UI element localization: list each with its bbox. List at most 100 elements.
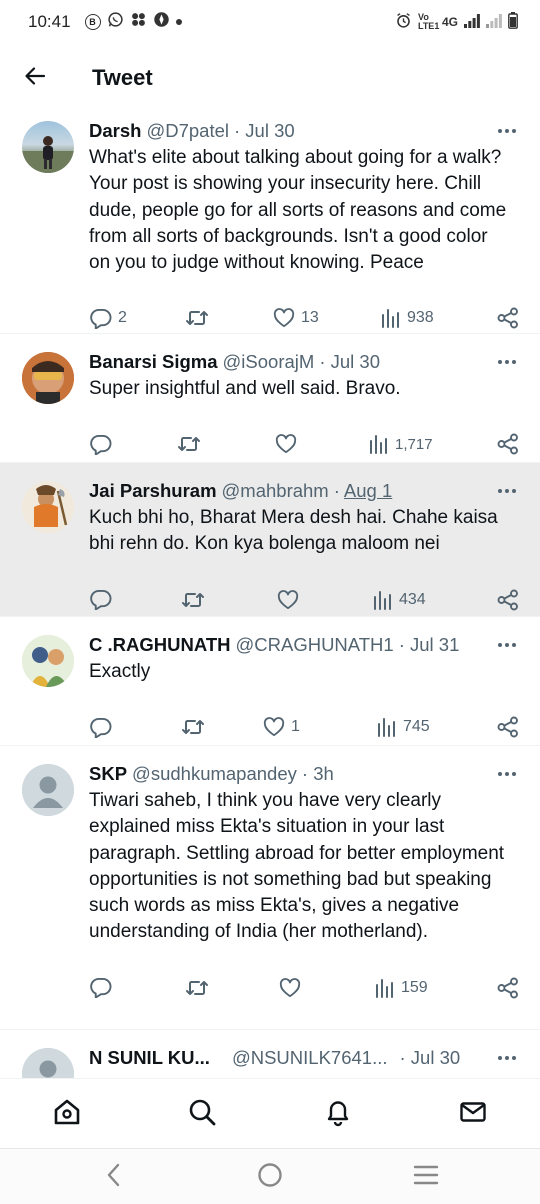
replies-feed[interactable]: Darsh @D7patel · Jul 30 What's elite abo… xyxy=(0,112,540,1078)
author-handle[interactable]: @D7patel xyxy=(146,120,229,142)
retweet-button[interactable] xyxy=(181,717,211,737)
top-app-bar: Tweet xyxy=(0,44,540,112)
tweet-item[interactable]: Banarsi Sigma @iSoorajM · Jul 30 Super i… xyxy=(0,334,540,463)
like-button[interactable] xyxy=(277,589,305,610)
nav-messages[interactable] xyxy=(443,1079,503,1149)
tweet-text: Super insightful and well said. Bravo. xyxy=(89,378,401,399)
nav-search[interactable] xyxy=(172,1079,232,1149)
like-button[interactable] xyxy=(279,977,307,998)
tweet-item[interactable]: Jai Parshuram @mahbrahm · Aug 1 Kuch bhi… xyxy=(0,463,540,617)
volte-label: Vo LTE1 xyxy=(417,12,440,31)
views-chart-icon xyxy=(381,308,401,329)
author-handle[interactable]: @NSUNILK7641... xyxy=(232,1047,388,1069)
tweet-item[interactable]: SKP @sudhkumapandey · 3h Tiwari saheb, I… xyxy=(0,746,540,1030)
like-button[interactable]: 13 xyxy=(273,308,319,328)
tweet-date[interactable]: · Jul 30 xyxy=(400,1047,461,1069)
heart-icon xyxy=(277,589,299,610)
author-name[interactable]: SKP xyxy=(89,763,127,785)
view-count: 159 xyxy=(401,978,428,996)
views-chart-icon xyxy=(369,434,389,455)
author-name[interactable]: Banarsi Sigma xyxy=(89,351,218,373)
reply-button[interactable]: 2 xyxy=(89,308,127,329)
view-count: 1,717 xyxy=(395,435,433,453)
reply-icon xyxy=(89,434,112,455)
tweet-date[interactable]: · Jul 30 xyxy=(319,351,380,373)
retweet-button[interactable] xyxy=(177,434,207,454)
author-name[interactable]: Jai Parshuram xyxy=(89,480,217,502)
avatar[interactable] xyxy=(22,481,74,533)
share-button[interactable] xyxy=(497,977,519,999)
share-button[interactable] xyxy=(497,433,519,455)
more-options-button[interactable] xyxy=(492,117,522,143)
back-button[interactable] xyxy=(0,44,70,112)
avatar[interactable] xyxy=(22,635,74,687)
avatar[interactable] xyxy=(22,352,74,404)
reply-icon xyxy=(89,717,112,738)
more-dots-icon xyxy=(497,635,517,653)
share-icon xyxy=(497,433,519,455)
like-count: 13 xyxy=(301,309,319,327)
tweet-date[interactable]: · Jul 30 xyxy=(234,120,295,142)
reply-button[interactable] xyxy=(89,717,118,738)
more-dots-icon xyxy=(497,121,517,139)
like-count: 1 xyxy=(291,718,300,736)
page-title: Tweet xyxy=(92,65,153,90)
compass-icon xyxy=(153,11,170,33)
avatar[interactable] xyxy=(22,1048,74,1078)
views-button[interactable]: 938 xyxy=(381,308,434,329)
network-label: 4G xyxy=(441,15,458,29)
notification-dot-icon xyxy=(175,19,182,25)
views-button[interactable]: 745 xyxy=(377,717,430,738)
reply-button[interactable] xyxy=(89,434,118,455)
avatar[interactable] xyxy=(22,121,74,173)
author-handle[interactable]: @mahbrahm xyxy=(222,480,329,502)
battery-icon xyxy=(508,12,518,32)
tweet-item[interactable]: N SUNIL KU... @NSUNILK7641... · Jul 30 xyxy=(0,1030,540,1078)
avatar[interactable] xyxy=(22,764,74,816)
share-button[interactable] xyxy=(497,589,519,611)
retweet-button[interactable] xyxy=(185,308,215,328)
reply-icon xyxy=(89,308,112,329)
status-bar: 10:41 B Vo LTE1 4G xyxy=(0,0,540,44)
share-button[interactable] xyxy=(497,716,519,738)
tweet-text: Tiwari saheb, I think you have very clea… xyxy=(89,790,505,943)
share-button[interactable] xyxy=(497,307,519,329)
author-name[interactable]: Darsh xyxy=(89,120,141,142)
system-recents-button[interactable] xyxy=(396,1149,456,1204)
pinwheel-icon xyxy=(130,11,147,33)
system-back-button[interactable] xyxy=(84,1149,144,1204)
author-handle[interactable]: @iSoorajM xyxy=(223,351,315,373)
tweet-date[interactable]: · 3h xyxy=(302,763,334,785)
more-options-button[interactable] xyxy=(492,348,522,374)
nav-notifications[interactable] xyxy=(308,1079,368,1149)
more-options-button[interactable] xyxy=(492,477,522,503)
system-home-button[interactable] xyxy=(240,1149,300,1204)
bell-icon xyxy=(323,1097,353,1132)
views-button[interactable]: 434 xyxy=(373,590,426,610)
more-options-button[interactable] xyxy=(492,1044,522,1070)
more-dots-icon xyxy=(497,352,517,370)
author-name[interactable]: C .RAGHUNATH xyxy=(89,634,230,656)
more-options-button[interactable] xyxy=(492,631,522,657)
heart-icon xyxy=(263,717,285,737)
heart-icon xyxy=(275,434,297,454)
retweet-icon xyxy=(177,434,201,454)
tweet-date[interactable]: · Jul 31 xyxy=(399,634,460,656)
nav-home[interactable] xyxy=(37,1079,97,1149)
more-options-button[interactable] xyxy=(492,760,522,786)
views-button[interactable]: 1,717 xyxy=(369,434,433,455)
tweet-item[interactable]: C .RAGHUNATH @CRAGHUNATH1 · Jul 31 Exact… xyxy=(0,617,540,746)
author-handle[interactable]: @CRAGHUNATH1 xyxy=(235,634,393,656)
author-name[interactable]: N SUNIL KU... xyxy=(89,1047,210,1069)
tweet-item[interactable]: Darsh @D7patel · Jul 30 What's elite abo… xyxy=(0,112,540,334)
reply-button[interactable] xyxy=(89,589,118,611)
views-button[interactable]: 159 xyxy=(375,978,428,998)
reply-button[interactable] xyxy=(89,977,118,999)
retweet-button[interactable] xyxy=(185,978,215,998)
views-chart-icon xyxy=(375,978,395,998)
retweet-button[interactable] xyxy=(181,590,211,610)
like-button[interactable]: 1 xyxy=(263,717,300,737)
author-handle[interactable]: @sudhkumapandey xyxy=(132,763,297,785)
tweet-date[interactable]: Aug 1 xyxy=(344,480,392,502)
like-button[interactable] xyxy=(275,434,303,454)
